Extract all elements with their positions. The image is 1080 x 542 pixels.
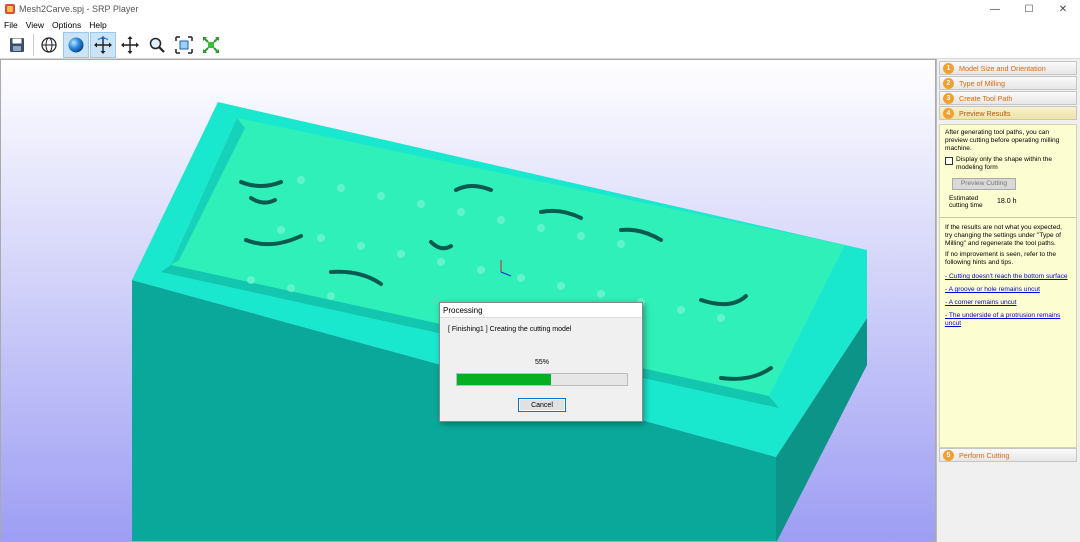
- dialog-title: Processing: [440, 303, 642, 318]
- window-controls: — ☐ ✕: [978, 0, 1080, 18]
- step-label: Preview Results: [959, 108, 1011, 118]
- divider: [940, 217, 1076, 218]
- move-arrows-icon: [121, 35, 139, 54]
- zoom-icon: [149, 37, 165, 53]
- checkbox-label: Display only the shape within the modeli…: [956, 156, 1053, 171]
- estimated-time-value: 18.0 h: [997, 198, 1017, 205]
- wizard-panel: 1 Model Size and Orientation 2 Type of M…: [936, 59, 1080, 542]
- menu-bar: File View Options Help: [0, 18, 1080, 31]
- estimated-time-label: Estimated cutting time: [949, 195, 983, 209]
- fit-view-button[interactable]: [171, 32, 197, 58]
- step-number-badge: 2: [943, 77, 954, 89]
- step-number-badge: 3: [943, 92, 954, 104]
- zoom-button[interactable]: [144, 32, 170, 58]
- fit-view-icon: [175, 35, 193, 54]
- zoom-extents-button[interactable]: [198, 32, 224, 58]
- step-label: Create Tool Path: [959, 93, 1013, 103]
- step-label: Type of Milling: [959, 78, 1005, 88]
- link-corner-uncut[interactable]: - A corner remains uncut: [945, 299, 1071, 307]
- preview-cutting-button[interactable]: Preview Cutting: [952, 178, 1016, 190]
- title-bar: Mesh2Carve.spj - SRP Player — ☐ ✕: [0, 0, 1080, 18]
- step-create-tool-path[interactable]: 3 Create Tool Path: [939, 91, 1077, 105]
- intro-text: After generating tool paths, you can pre…: [945, 129, 1060, 152]
- window-title: Mesh2Carve.spj - SRP Player: [19, 4, 139, 14]
- step-number-badge: 1: [943, 62, 954, 74]
- menu-help[interactable]: Help: [85, 20, 110, 30]
- step-model-size[interactable]: 1 Model Size and Orientation: [939, 61, 1077, 75]
- processing-dialog: Processing [ Finishing1 ] Creating the c…: [439, 302, 643, 422]
- app-logo-icon: [5, 4, 15, 14]
- estimated-time-row: Estimated cutting time 18.0 h: [949, 195, 1071, 209]
- shaded-sphere-icon: [68, 37, 84, 52]
- step-preview-results[interactable]: 4 Preview Results: [939, 106, 1077, 120]
- step-number-badge: 4: [943, 107, 954, 119]
- progress-percent: 55%: [534, 359, 549, 366]
- save-icon: [10, 37, 24, 52]
- rotate-view-button[interactable]: [90, 31, 116, 58]
- step-perform-cutting[interactable]: 5 Perform Cutting: [939, 448, 1077, 462]
- step-number-badge: 5: [943, 449, 954, 461]
- menu-view[interactable]: View: [22, 20, 48, 30]
- progress-bar: [456, 373, 628, 386]
- cancel-button[interactable]: Cancel: [518, 398, 566, 412]
- hint-text-1: If the results are not what you expected…: [945, 224, 1062, 247]
- toolbar-separator: [33, 33, 34, 56]
- display-only-shape-checkbox[interactable]: [945, 157, 953, 165]
- rotate-arrows-icon: [94, 35, 112, 54]
- display-only-shape-option[interactable]: Display only the shape within the modeli…: [945, 156, 1071, 172]
- move-view-button[interactable]: [117, 32, 143, 58]
- link-cutting-bottom[interactable]: - Cutting doesn't reach the bottom surfa…: [945, 273, 1071, 281]
- close-button[interactable]: ✕: [1046, 0, 1080, 18]
- maximize-button[interactable]: ☐: [1012, 0, 1046, 18]
- globe-wireframe-icon: [41, 36, 57, 53]
- progress-fill: [457, 374, 551, 385]
- model-render: [1, 60, 935, 541]
- 3d-viewport[interactable]: [0, 59, 936, 542]
- hint-text-2: If no improvement is seen, refer to the …: [945, 251, 1057, 266]
- step-label: Model Size and Orientation: [959, 63, 1046, 73]
- minimize-button[interactable]: —: [978, 0, 1012, 18]
- link-groove-uncut[interactable]: - A groove or hole remains uncut: [945, 286, 1071, 294]
- dialog-status-text: [ Finishing1 ] Creating the cutting mode…: [448, 326, 572, 333]
- menu-file[interactable]: File: [0, 20, 22, 30]
- toolbar: [0, 31, 1080, 59]
- save-button[interactable]: [4, 32, 30, 58]
- step-type-of-milling[interactable]: 2 Type of Milling: [939, 76, 1077, 90]
- menu-options[interactable]: Options: [48, 20, 85, 30]
- shaded-view-button[interactable]: [63, 31, 89, 58]
- link-protrusion-uncut[interactable]: - The underside of a protrusion remains …: [945, 312, 1071, 328]
- wireframe-view-button[interactable]: [36, 32, 62, 58]
- zoom-extents-icon: [203, 36, 219, 53]
- step-label: Perform Cutting: [959, 450, 1010, 460]
- preview-results-content: After generating tool paths, you can pre…: [939, 124, 1077, 448]
